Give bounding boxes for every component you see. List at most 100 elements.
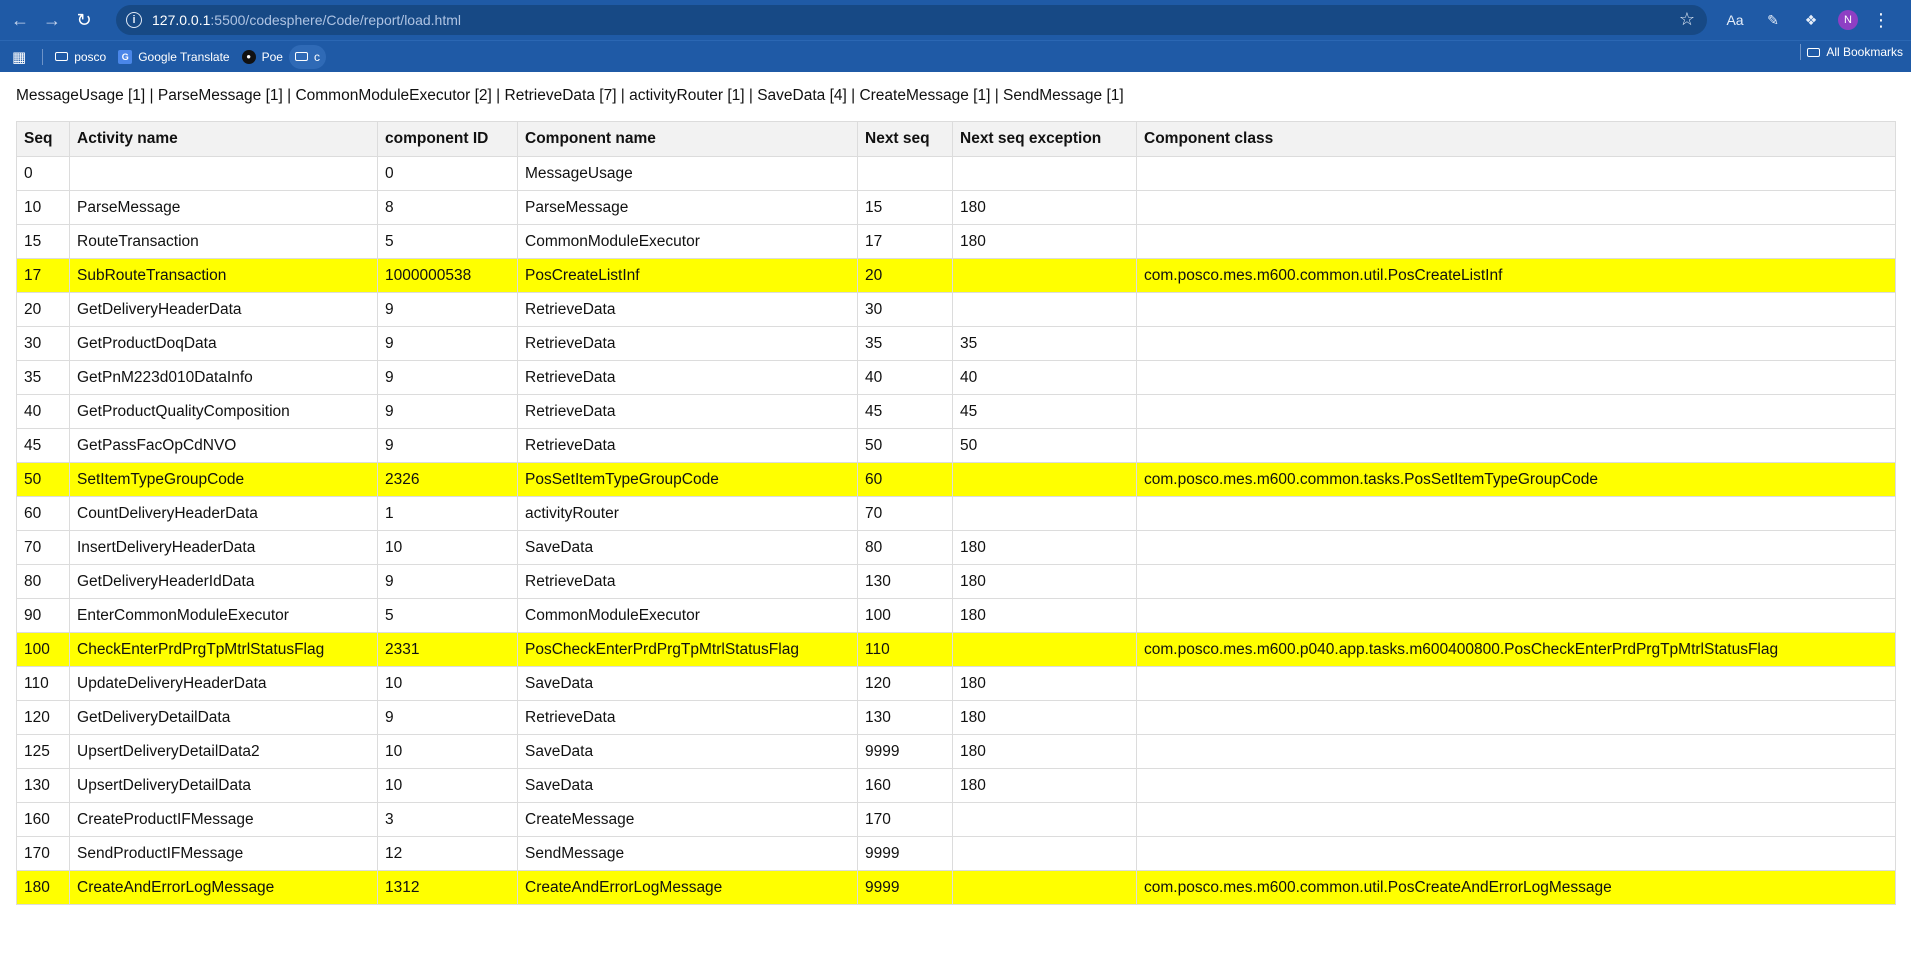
- cell-seq: 110: [16, 666, 70, 701]
- cell-component-id: 9: [377, 700, 518, 735]
- cell-seq: 45: [16, 428, 70, 463]
- cell-seq: 130: [16, 768, 70, 803]
- eraser-extension-icon[interactable]: ✎: [1758, 5, 1788, 35]
- site-info-icon[interactable]: i: [126, 12, 142, 28]
- bookmark-posco[interactable]: posco: [49, 45, 112, 69]
- table-row: 160 CreateProductIFMessage 3 CreateMessage 1…: [16, 802, 1896, 837]
- cell-seq: 15: [16, 224, 70, 259]
- cell-component-class: [1136, 224, 1896, 259]
- cell-component-class: com.posco.mes.m600.p040.app.tasks.m60040…: [1136, 632, 1896, 667]
- cell-component-name: RetrieveData: [517, 564, 858, 599]
- cell-component-name: SaveData: [517, 530, 858, 565]
- apps-grid-icon[interactable]: ▦: [12, 48, 26, 66]
- folder-icon: [55, 52, 69, 61]
- cell-activity-name: RouteTransaction: [69, 224, 378, 259]
- cell-component-id: 10: [377, 768, 518, 803]
- cell-next-seq: 160: [857, 768, 953, 803]
- bookmark-google-translate[interactable]: G Google Translate: [112, 45, 235, 69]
- cell-component-id: 9: [377, 292, 518, 327]
- bookmarks-separator: [42, 48, 44, 65]
- cell-seq: 90: [16, 598, 70, 633]
- cell-next-seq: 9999: [857, 836, 953, 871]
- cell-component-name: SendMessage: [517, 836, 858, 871]
- menu-kebab-icon[interactable]: ⋮: [1872, 10, 1890, 31]
- table-row: 45 GetPassFacOpCdNVO 9 RetrieveData 50 50: [16, 428, 1896, 463]
- table-row: 35 GetPnM223d010DataInfo 9 RetrieveData 40 40: [16, 360, 1896, 395]
- cell-next-seq-exception: 180: [952, 666, 1137, 701]
- cell-next-seq: 120: [857, 666, 953, 701]
- cell-activity-name: GetPnM223d010DataInfo: [69, 360, 378, 395]
- forward-arrow-icon[interactable]: →: [38, 6, 66, 34]
- cell-next-seq: 9999: [857, 870, 953, 905]
- cell-next-seq-exception: [952, 258, 1137, 293]
- back-arrow-icon[interactable]: ←: [6, 6, 34, 34]
- cell-component-name: PosSetItemTypeGroupCode: [517, 462, 858, 497]
- cell-next-seq-exception: 40: [952, 360, 1137, 395]
- cell-next-seq-exception: 180: [952, 734, 1137, 769]
- reader-mode-icon[interactable]: A​a: [1720, 5, 1750, 35]
- bookmark-c[interactable]: c: [288, 44, 326, 69]
- table-row: 40 GetProductQualityComposition 9 RetrieveD…: [16, 394, 1896, 429]
- cell-seq: 170: [16, 836, 70, 871]
- table-row: 90 EnterCommonModuleExecutor 5 CommonModule…: [16, 598, 1896, 633]
- cell-component-id: 1000000538: [377, 258, 518, 293]
- puzzle-extensions-icon[interactable]: ❖: [1796, 5, 1826, 35]
- cell-next-seq-exception: 180: [952, 598, 1137, 633]
- cell-next-seq: 100: [857, 598, 953, 633]
- cell-component-id: 3: [377, 802, 518, 837]
- cell-activity-name: CountDeliveryHeaderData: [69, 496, 378, 531]
- cell-next-seq: [857, 156, 953, 191]
- cell-component-class: [1136, 428, 1896, 463]
- reload-icon[interactable]: ↻: [70, 6, 98, 34]
- cell-component-name: RetrieveData: [517, 292, 858, 327]
- cell-component-name: SaveData: [517, 768, 858, 803]
- cell-seq: 70: [16, 530, 70, 565]
- column-header-component-name: Component name: [517, 121, 858, 157]
- cell-component-class: com.posco.mes.m600.common.util.PosCreate…: [1136, 258, 1896, 293]
- cell-component-id: 9: [377, 428, 518, 463]
- table-row: 100 CheckEnterPrdPrgTpMtrlStatusFlag 2331 P…: [16, 632, 1896, 667]
- poe-icon: ●: [241, 49, 256, 64]
- cell-activity-name: GetProductDoqData: [69, 326, 378, 361]
- cell-activity-name: UpsertDeliveryDetailData: [69, 768, 378, 803]
- profile-avatar[interactable]: N: [1838, 10, 1858, 30]
- all-bookmarks-button[interactable]: All Bookmarks: [1794, 44, 1903, 60]
- address-bar[interactable]: i 127.0.0.1:5500/codesphere/Code/report/…: [116, 5, 1707, 35]
- cell-seq: 0: [16, 156, 70, 191]
- column-header-next-seq: Next seq: [857, 121, 953, 157]
- cell-component-name: RetrieveData: [517, 394, 858, 429]
- cell-activity-name: UpdateDeliveryHeaderData: [69, 666, 378, 701]
- cell-component-class: com.posco.mes.m600.common.tasks.PosSetIt…: [1136, 462, 1896, 497]
- cell-next-seq-exception: 180: [952, 224, 1137, 259]
- cell-component-name: PosCheckEnterPrdPrgTpMtrlStatusFlag: [517, 632, 858, 667]
- table-row: 0 0 MessageUsage: [16, 156, 1896, 191]
- cell-seq: 40: [16, 394, 70, 429]
- table-row: 130 UpsertDeliveryDetailData 10 SaveData 160…: [16, 768, 1896, 803]
- table-row: 180 CreateAndErrorLogMessage 1312 CreateAnd…: [16, 870, 1896, 905]
- cell-component-class: [1136, 496, 1896, 531]
- bookmark-star-icon[interactable]: ☆: [1679, 9, 1695, 30]
- cell-seq: 10: [16, 190, 70, 225]
- cell-component-class: [1136, 836, 1896, 871]
- cell-component-class: com.posco.mes.m600.common.util.PosCreate…: [1136, 870, 1896, 905]
- cell-component-id: 8: [377, 190, 518, 225]
- cell-seq: 125: [16, 734, 70, 769]
- cell-activity-name: GetDeliveryHeaderData: [69, 292, 378, 327]
- cell-component-name: ParseMessage: [517, 190, 858, 225]
- cell-component-class: [1136, 360, 1896, 395]
- cell-component-name: MessageUsage: [517, 156, 858, 191]
- column-header-component-id: component ID: [377, 121, 518, 157]
- cell-next-seq: 9999: [857, 734, 953, 769]
- cell-component-name: RetrieveData: [517, 326, 858, 361]
- column-header-seq: Seq: [16, 121, 70, 157]
- cell-next-seq-exception: 35: [952, 326, 1137, 361]
- cell-component-name: SaveData: [517, 666, 858, 701]
- bookmark-poe[interactable]: ● Poe: [236, 45, 289, 69]
- bookmarks-separator: [1800, 44, 1802, 60]
- cell-next-seq: 45: [857, 394, 953, 429]
- browser-toolbar: ← → ↻ i 127.0.0.1:5500/codesphere/Code/r…: [0, 0, 1911, 40]
- cell-next-seq: 110: [857, 632, 953, 667]
- url-text[interactable]: 127.0.0.1:5500/codesphere/Code/report/lo…: [152, 12, 461, 28]
- table-row: 20 GetDeliveryHeaderData 9 RetrieveData 30: [16, 292, 1896, 327]
- cell-component-id: 2331: [377, 632, 518, 667]
